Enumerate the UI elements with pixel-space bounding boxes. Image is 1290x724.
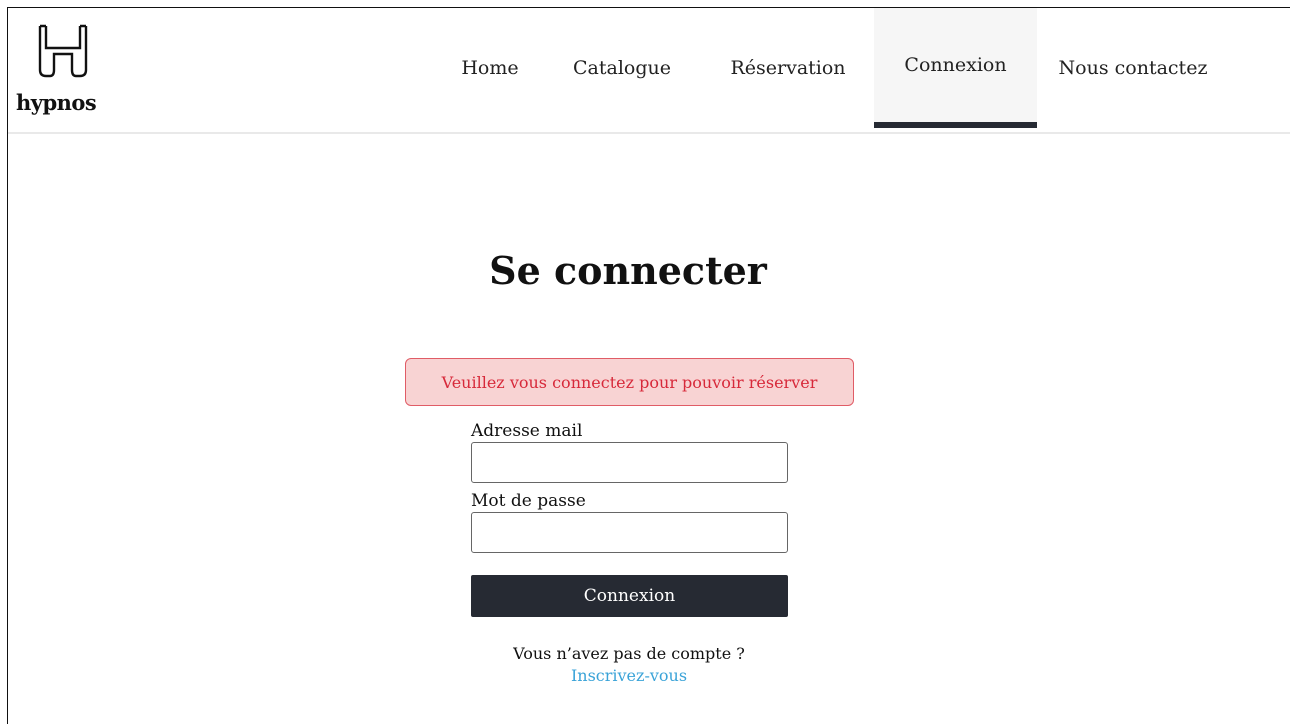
nav-item-catalogue[interactable]: Catalogue (558, 8, 686, 128)
main-nav: Home Catalogue Réservation Connexion Nou… (8, 8, 1290, 132)
login-submit-button[interactable]: Connexion (471, 575, 788, 617)
password-label: Mot de passe (471, 491, 586, 511)
login-required-alert: Veuillez vous connectez pour pouvoir rés… (405, 358, 854, 406)
nav-item-nous-contactez[interactable]: Nous contactez (1048, 8, 1218, 128)
no-account-text: Vous n’avez pas de compte ? (513, 644, 745, 663)
page-frame: hypnos Home Catalogue Réservation Connex… (7, 7, 1290, 724)
email-input[interactable] (471, 442, 788, 483)
nav-item-home[interactable]: Home (448, 8, 532, 128)
password-input[interactable] (471, 512, 788, 553)
nav-item-connexion[interactable]: Connexion (874, 8, 1037, 128)
nav-item-reservation[interactable]: Réservation (713, 8, 863, 128)
site-header: hypnos Home Catalogue Réservation Connex… (8, 8, 1290, 134)
signup-link[interactable]: Inscrivez-vous (379, 666, 879, 685)
page-title: Se connecter (489, 248, 767, 293)
email-label: Adresse mail (471, 421, 583, 441)
